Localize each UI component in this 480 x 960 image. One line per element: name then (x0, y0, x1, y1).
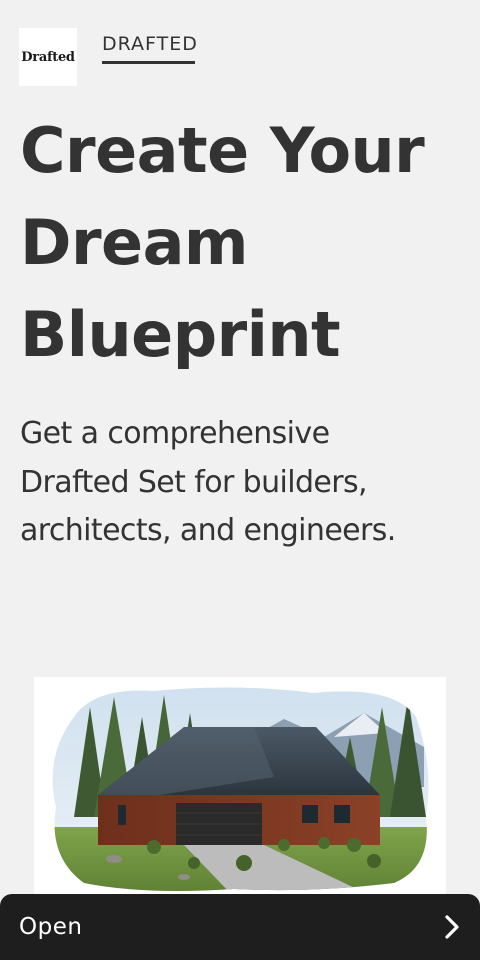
tab-drafted[interactable]: DRAFTED (102, 33, 197, 64)
logo-text: Drafted (21, 49, 75, 65)
hero-subtitle: Get a comprehensive Drafted Set for buil… (20, 410, 440, 556)
page: Drafted DRAFTED Create Your Dream Bluepr… (0, 0, 480, 960)
house-illustration (34, 677, 446, 897)
hero-title-line: Dream (20, 206, 249, 279)
brand-logo[interactable]: Drafted (19, 28, 77, 86)
hero-subtitle-line: Drafted Set for builders, (20, 464, 368, 500)
hero-subtitle-line: Get a comprehensive (20, 416, 330, 451)
hero-title: Create Your Dream Blueprint (20, 105, 470, 381)
open-button[interactable]: Open (0, 894, 480, 960)
hero-title-line: Blueprint (20, 298, 341, 371)
hero-title-line: Create Your (20, 114, 425, 187)
chevron-right-icon[interactable] (444, 914, 460, 940)
hero-subtitle-line: architects, and engineers. (20, 513, 396, 548)
open-label: Open (19, 914, 83, 940)
